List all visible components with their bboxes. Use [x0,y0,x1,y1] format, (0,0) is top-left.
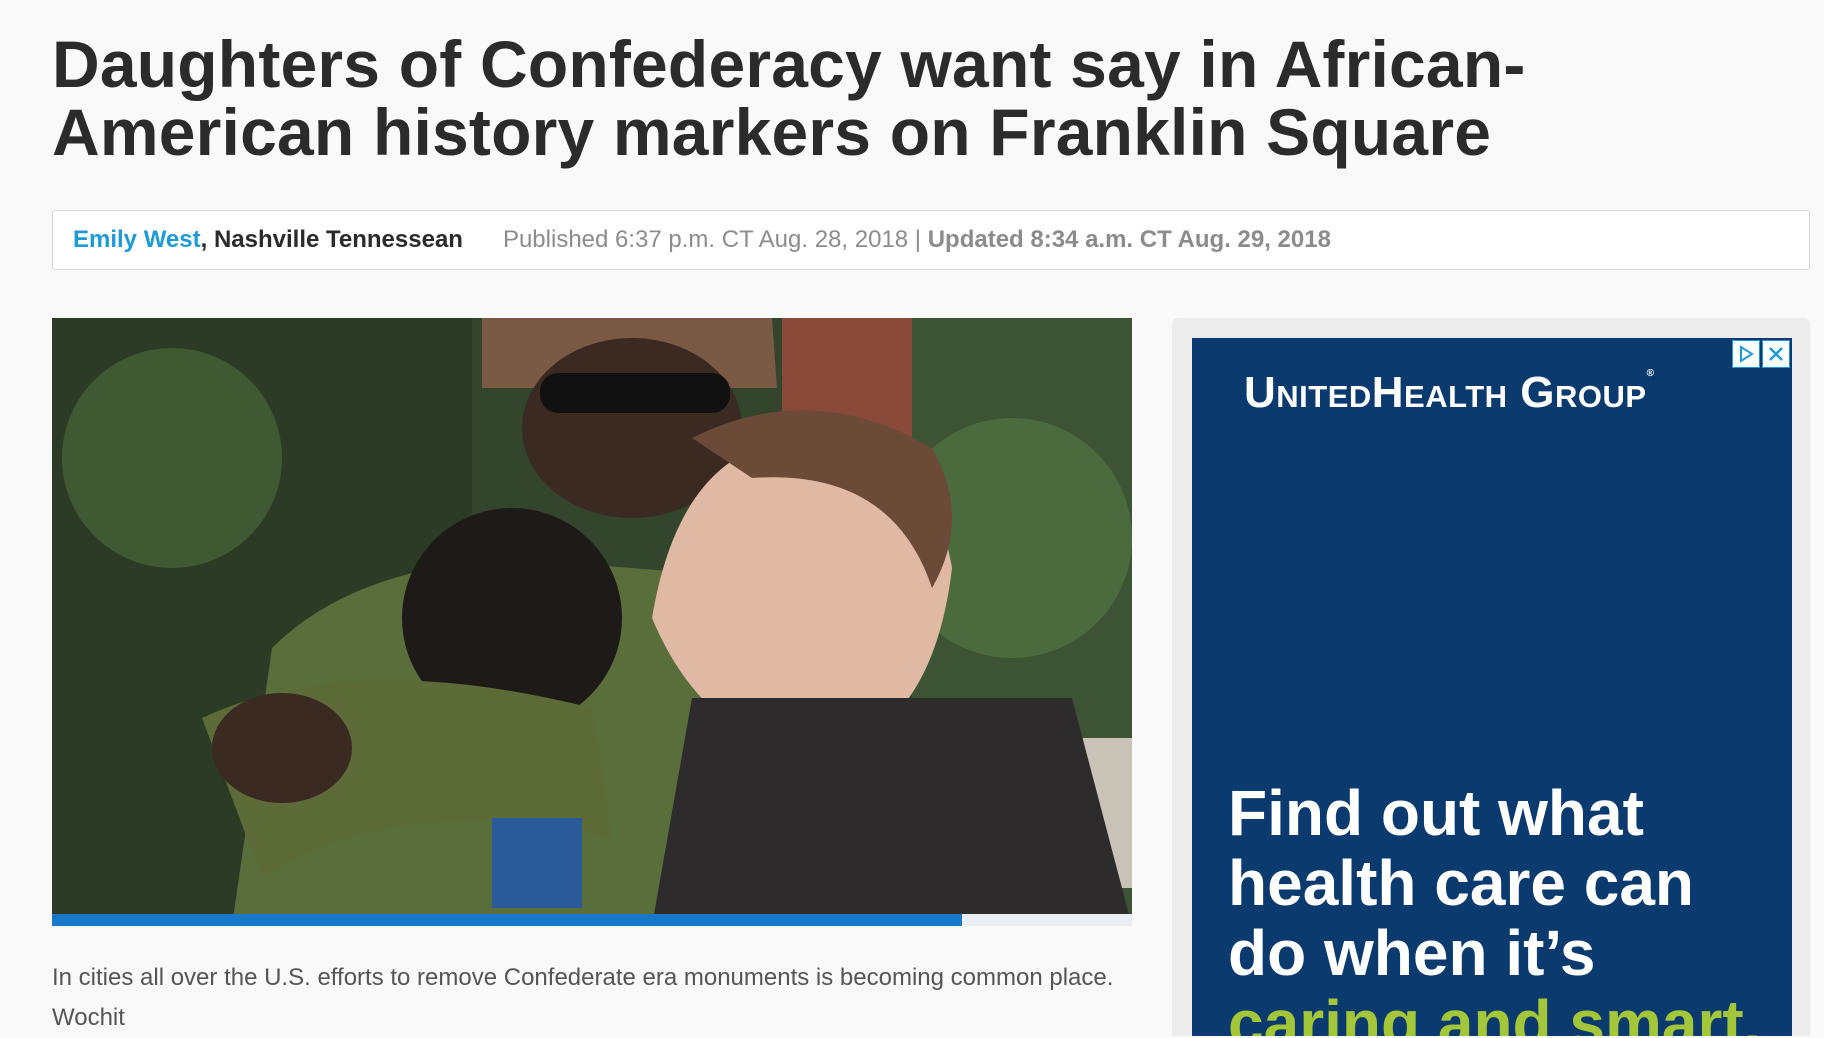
article-dates: Published 6:37 p.m. CT Aug. 28, 2018 | U… [503,226,1331,254]
byline-bar: Emily West, Nashville Tennessean Publish… [52,210,1810,270]
byline-separator: , [200,226,214,253]
published-date: Published 6:37 p.m. CT Aug. 28, 2018 | [502,226,922,253]
ad-copy-highlight: caring and smart. [1228,987,1762,1036]
caption-credit: Wochit [52,1004,125,1031]
author-link[interactable]: Emily West [73,226,201,254]
video-progress-bar[interactable] [52,914,1132,926]
ad-copy-line1: Find out what [1228,777,1644,849]
caption-text: In cities all over the U.S. efforts to r… [52,964,1114,991]
video-player[interactable] [52,318,1132,926]
close-icon[interactable] [1762,340,1790,368]
advertisement[interactable]: UnitedHealth Group® Find out what health… [1192,338,1792,1036]
ad-brand-text: UnitedHealth Group [1244,368,1647,417]
video-progress-fill [52,914,963,926]
author-organization: Nashville Tennessean [213,226,463,253]
updated-date: Updated 8:34 a.m. CT Aug. 29, 2018 [927,226,1331,253]
ad-controls [1732,340,1790,368]
ad-copy-line3: do when it’s [1228,917,1596,989]
ad-copy-line2: health care can [1228,847,1694,919]
article-headline: Daughters of Confederacy want say in Afr… [52,27,1526,169]
ad-brand-logo: UnitedHealth Group® [1244,368,1655,417]
video-caption: In cities all over the U.S. efforts to r… [52,958,1132,1038]
ad-copy: Find out what health care can do when it… [1228,778,1788,1036]
video-frame-photo [52,318,1132,926]
adchoices-icon[interactable] [1732,340,1760,368]
